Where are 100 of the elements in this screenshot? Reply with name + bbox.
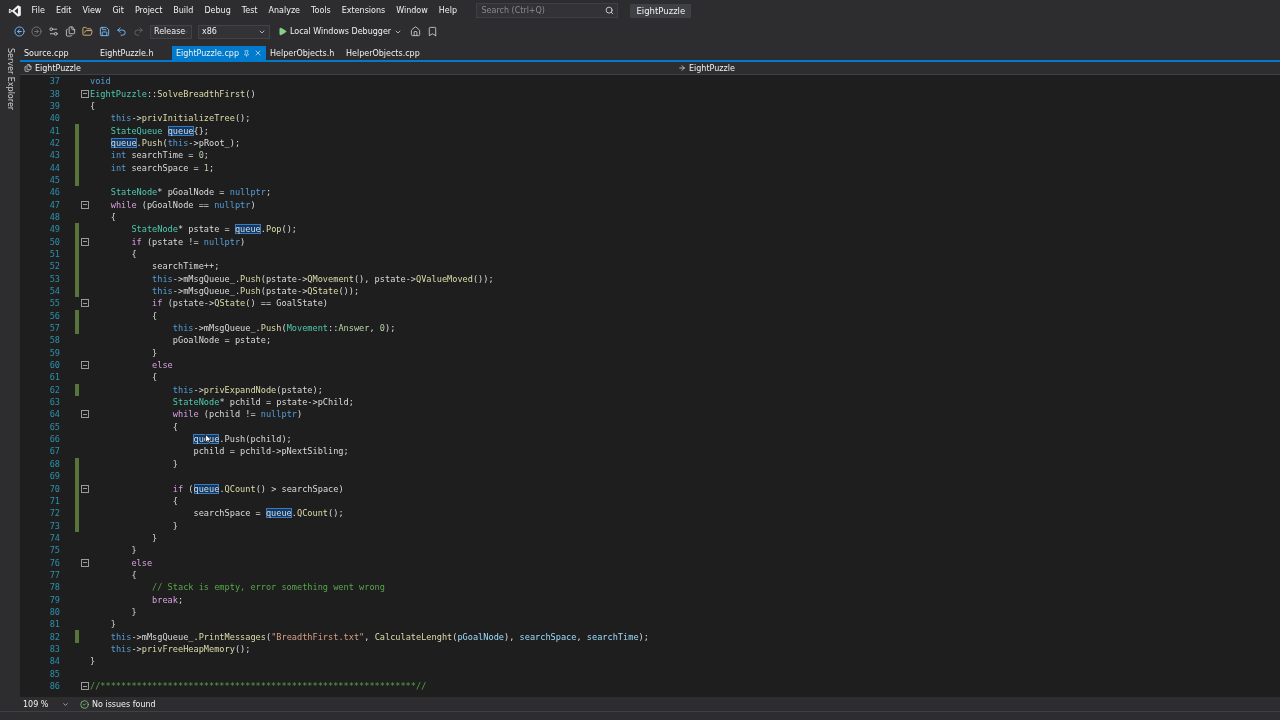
code-line: } [130, 545, 137, 556]
menu-item[interactable]: Help [433, 4, 463, 17]
code-line: this->privExpandNode(pstate); [171, 384, 323, 395]
collapse-icon[interactable] [80, 89, 89, 98]
line-number: 64 [48, 409, 60, 420]
code-line: searchTime++; [151, 261, 220, 272]
configuration-dropdown[interactable]: Release [150, 24, 192, 39]
line-number: 58 [48, 335, 60, 346]
line-number: 50 [48, 236, 60, 247]
code-line: { [151, 372, 158, 383]
menu-item[interactable]: Git [106, 4, 130, 17]
line-number: 60 [48, 360, 60, 371]
code-line: } [90, 656, 96, 667]
line-number: 65 [48, 421, 60, 432]
menu-item[interactable]: Edit [50, 4, 77, 17]
forward-icon[interactable] [31, 26, 42, 37]
menu-item[interactable]: View [76, 4, 107, 17]
code-line: StateQueue queue{}; [109, 125, 210, 136]
back-icon[interactable] [14, 26, 25, 37]
code-line: void [90, 76, 111, 87]
collapse-icon[interactable] [80, 558, 89, 567]
code-line: this->mMsgQueue_.Push(pstate->QState()); [151, 286, 360, 296]
collapse-icon[interactable] [80, 361, 89, 370]
search-field[interactable]: Search (Ctrl+Q) [476, 3, 619, 18]
file-tab[interactable]: EightPuzzle.cpp [172, 46, 266, 60]
close-icon[interactable] [253, 49, 262, 57]
collapse-icon[interactable] [80, 237, 89, 246]
caret-icon [62, 700, 69, 708]
arrow-icon [678, 64, 686, 72]
code-line: } [151, 347, 158, 358]
code-line: this->mMsgQueue_.PrintMessages("BreadthFirst.txt", CalculateLenght(pGoalNode), searchSpace, searchTime); [109, 631, 649, 642]
collapse-icon[interactable] [80, 484, 89, 493]
code-line: } [171, 458, 178, 469]
file-tab[interactable]: HelperObjects.h [265, 46, 342, 60]
zoom-dropdown[interactable]: 109 % [20, 699, 72, 709]
line-number: 74 [48, 532, 60, 543]
line-number: 84 [48, 656, 60, 667]
menu-item[interactable]: Extensions [336, 4, 391, 17]
collapse-icon[interactable] [80, 682, 89, 690]
code-line: StateNode* pchild = pstate->pChild; [171, 397, 354, 408]
settings-icon[interactable] [48, 26, 59, 37]
menu-item[interactable]: Debug [198, 4, 237, 17]
line-number: 44 [48, 162, 60, 173]
home-icon[interactable] [410, 26, 422, 37]
code-line: { [130, 249, 137, 259]
line-number: 73 [48, 520, 60, 531]
file-tab[interactable]: HelperObjects.cpp [341, 46, 424, 60]
undo-icon[interactable] [116, 26, 127, 37]
code-line: } [109, 619, 116, 630]
bookmark-icon[interactable] [427, 26, 439, 37]
code-line: { [109, 211, 116, 222]
scope-dropdown[interactable]: EightPuzzle [674, 63, 735, 73]
side-panel-tab[interactable]: Server Explorer [5, 48, 15, 111]
code-line: if (queue.QCount() > searchSpace) [171, 483, 344, 494]
code-line: while (pchild != nullptr) [171, 409, 303, 420]
menu-item[interactable]: Project [129, 4, 168, 17]
line-number: 52 [48, 261, 60, 272]
line-number: 51 [48, 249, 60, 259]
line-number: 38 [48, 88, 60, 99]
line-number: 53 [48, 273, 60, 284]
menu-item[interactable]: File [26, 4, 51, 17]
menu-item[interactable]: Window [390, 4, 434, 17]
solution-name: EightPuzzle [630, 3, 692, 18]
line-number: 43 [48, 150, 60, 161]
code-line: if (pstate->QState() == GoalState) [151, 298, 329, 309]
code-line: //*************************************************************// [90, 681, 427, 691]
line-number: 85 [48, 668, 60, 679]
app-logo-icon [8, 3, 22, 18]
line-number: 57 [48, 323, 60, 334]
issues-status[interactable]: No issues found [92, 699, 156, 709]
folder-icon[interactable] [82, 26, 93, 37]
code-line: StateNode* pstate = queue.Pop(); [130, 224, 298, 235]
collapse-icon[interactable] [80, 410, 89, 419]
line-number: 67 [48, 446, 60, 457]
platform-dropdown[interactable]: x86 [198, 24, 270, 39]
code-line: } [130, 606, 137, 617]
code-line: { [90, 100, 96, 111]
code-line: this->mMsgQueue_.Push(Movement::Answer, 0); [171, 323, 396, 334]
start-debugger-button[interactable]: Local Windows Debugger [276, 27, 405, 36]
file-tab[interactable]: Source.cpp [20, 46, 96, 60]
menu-item[interactable]: Tools [305, 4, 337, 17]
collapse-icon[interactable] [80, 200, 89, 209]
menu-item[interactable]: Test [236, 4, 263, 17]
search-icon [605, 6, 615, 15]
menu-item[interactable]: Analyze [263, 4, 306, 17]
files-icon[interactable] [65, 26, 76, 37]
line-number: 41 [48, 125, 60, 136]
code-line: int searchTime = 0; [109, 150, 210, 161]
project-icon [24, 64, 32, 72]
menu-item[interactable]: Build [167, 4, 199, 17]
save-icon[interactable] [99, 26, 110, 37]
line-number: 66 [48, 434, 60, 445]
line-number: 40 [48, 113, 60, 124]
code-line: { [130, 569, 137, 580]
line-number: 72 [48, 508, 60, 519]
collapse-icon[interactable] [80, 299, 89, 308]
line-number: 39 [48, 100, 60, 111]
code-line: this->mMsgQueue_.Push(pstate->QMovement(), pstate->QValueMoved()); [151, 273, 494, 284]
project-dropdown[interactable]: EightPuzzle [20, 63, 674, 73]
file-tab[interactable]: EightPuzzle.h [96, 46, 172, 60]
